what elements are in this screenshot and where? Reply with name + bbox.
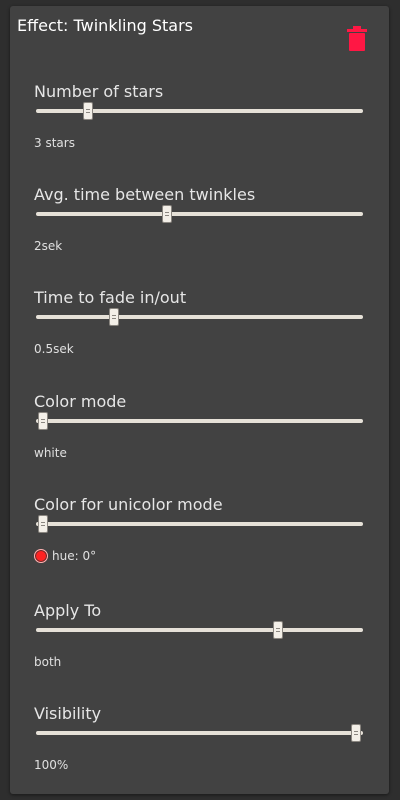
- setting-label: Color for unicolor mode: [34, 495, 223, 514]
- visibility-slider[interactable]: [36, 724, 363, 744]
- setting-visibility: Visibility 100%: [34, 704, 364, 794]
- hue-swatch: [34, 549, 48, 563]
- setting-value: 3 stars: [34, 136, 75, 150]
- setting-number-of-stars: Number of stars 3 stars: [34, 82, 364, 172]
- avg-time-between-twinkles-slider[interactable]: [36, 205, 363, 225]
- slider-thumb[interactable]: [37, 515, 48, 533]
- apply-to-slider[interactable]: [36, 621, 363, 641]
- slider-track: [36, 628, 363, 632]
- setting-label: Apply To: [34, 601, 102, 620]
- number-of-stars-slider[interactable]: [36, 102, 363, 122]
- setting-label: Time to fade in/out: [34, 288, 187, 307]
- slider-thumb[interactable]: [351, 724, 362, 742]
- slider-thumb[interactable]: [272, 621, 283, 639]
- slider-track: [36, 212, 363, 216]
- setting-color-for-unicolor-mode: Color for unicolor mode hue: 0°: [34, 495, 364, 585]
- setting-value: 2sek: [34, 239, 63, 253]
- setting-time-to-fade: Time to fade in/out 0.5sek: [34, 288, 364, 378]
- slider-thumb[interactable]: [83, 102, 94, 120]
- trash-icon: [347, 26, 367, 51]
- slider-thumb[interactable]: [109, 308, 120, 326]
- slider-track: [36, 315, 363, 319]
- panel-title: Effect: Twinkling Stars: [17, 16, 194, 35]
- color-for-unicolor-mode-slider[interactable]: [36, 515, 363, 535]
- setting-label: Visibility: [34, 704, 102, 723]
- setting-value: both: [34, 655, 62, 669]
- setting-value: 0.5sek: [34, 342, 74, 356]
- delete-button[interactable]: [346, 26, 368, 52]
- setting-value: white: [34, 446, 67, 460]
- setting-value: 100%: [34, 758, 69, 772]
- effect-panel: Effect: Twinkling Stars Number of stars …: [10, 6, 389, 794]
- slider-thumb[interactable]: [161, 205, 172, 223]
- slider-track: [36, 419, 363, 423]
- setting-label: Number of stars: [34, 82, 164, 101]
- setting-label: Avg. time between twinkles: [34, 185, 256, 204]
- setting-value: hue: 0°: [34, 549, 96, 563]
- setting-apply-to: Apply To both: [34, 601, 364, 691]
- setting-color-mode: Color mode white: [34, 392, 364, 482]
- color-mode-slider[interactable]: [36, 412, 363, 432]
- slider-track: [36, 522, 363, 526]
- hue-value-text: hue: 0°: [52, 549, 97, 563]
- setting-avg-time-between-twinkles: Avg. time between twinkles 2sek: [34, 185, 364, 275]
- slider-thumb[interactable]: [37, 412, 48, 430]
- slider-track: [36, 731, 363, 735]
- time-to-fade-slider[interactable]: [36, 308, 363, 328]
- setting-label: Color mode: [34, 392, 127, 411]
